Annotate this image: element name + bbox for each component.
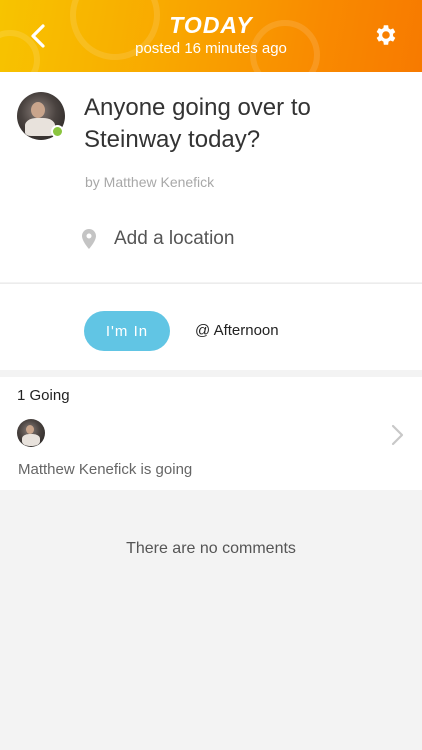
add-location-label: Add a location [114, 228, 235, 249]
post-author: by Matthew Kenefick [85, 174, 215, 190]
post-card: Anyone going over to Steinway today? by … [0, 72, 422, 282]
online-status-indicator [51, 125, 64, 138]
im-in-button[interactable]: I'm In [84, 311, 170, 351]
settings-button[interactable] [370, 20, 400, 50]
avatar-face [31, 102, 45, 118]
add-location-button[interactable]: Add a location [82, 224, 234, 254]
map-pin-icon [82, 229, 96, 249]
post-title: Anyone going over to Steinway today? [84, 94, 311, 153]
rsvp-section: I'm In @ Afternoon [0, 283, 422, 370]
gear-icon [376, 25, 396, 45]
attendee-avatar [17, 419, 45, 447]
posted-time: posted 16 minutes ago [135, 40, 287, 57]
going-summary: Matthew Kenefick is going [18, 461, 193, 478]
app-header: TODAY posted 16 minutes ago [0, 0, 422, 72]
avatar-shirt [22, 434, 40, 446]
empty-comments-message: There are no comments [126, 540, 296, 557]
chevron-right-icon [391, 424, 404, 446]
page-title: TODAY [169, 12, 253, 38]
avatar-face [26, 425, 34, 434]
attendees-section[interactable]: 1 Going Matthew Kenefick is going [0, 377, 422, 490]
going-count: 1 Going [17, 387, 70, 404]
time-of-day-label: @ Afternoon [195, 322, 279, 339]
